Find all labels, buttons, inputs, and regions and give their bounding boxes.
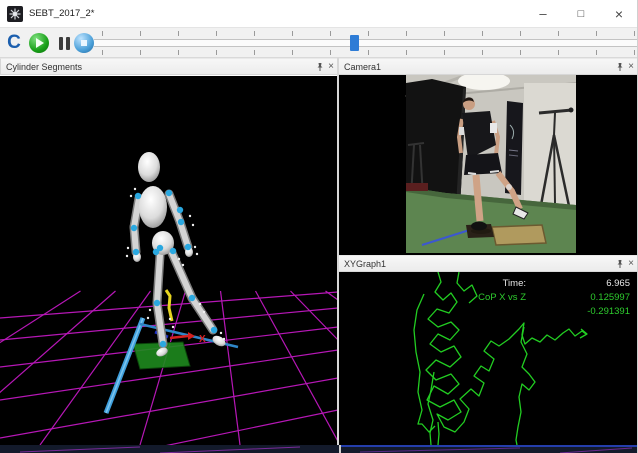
close-button[interactable]: × — [600, 0, 638, 28]
stop-icon — [74, 33, 94, 53]
play-icon — [29, 33, 49, 53]
ruler-tick — [482, 31, 483, 36]
person-left-shoe — [471, 222, 487, 231]
pin-icon[interactable] — [616, 62, 624, 72]
ruler-tick — [102, 31, 103, 36]
ruler-tick — [330, 31, 331, 36]
video-red-equipment — [406, 183, 428, 191]
ruler-tick — [368, 50, 369, 55]
ruler-tick — [330, 50, 331, 55]
axis-x-arrowhead — [188, 332, 195, 340]
ruler-tick — [520, 31, 521, 36]
rewind-icon: C — [7, 32, 21, 54]
window-title: SEBT_2017_2* — [29, 8, 95, 19]
panel-splitter[interactable] — [337, 58, 339, 445]
panel-title: Camera1 — [344, 62, 381, 72]
cop-x-value: 0.125997 — [590, 292, 630, 303]
ruler-tick — [178, 31, 179, 36]
ruler-tick — [558, 31, 559, 36]
ruler-tick — [634, 31, 635, 36]
rewind-button[interactable]: C — [2, 31, 26, 55]
panel-close-icon[interactable]: × — [328, 60, 334, 74]
ruler-tick — [216, 31, 217, 36]
cop-descender-left-b — [438, 422, 439, 445]
person-left-leg — [476, 175, 480, 221]
ruler-tick — [140, 31, 141, 36]
person-armband-left — [459, 127, 464, 135]
ruler-tick — [444, 31, 445, 36]
ruler-tick — [558, 50, 559, 55]
panel-title: XYGraph1 — [344, 259, 386, 269]
app-icon — [7, 6, 23, 22]
play-button[interactable] — [27, 31, 51, 55]
ruler-tick — [444, 50, 445, 55]
ruler-tick — [254, 50, 255, 55]
ruler-tick — [482, 50, 483, 55]
person-knee-tape — [506, 184, 512, 190]
foot-right — [211, 334, 228, 349]
xy-graph-view[interactable]: Time: 6.965 CoP X vs Z 0.125997 -0.29139… — [338, 272, 638, 445]
video-right-wall — [524, 83, 576, 207]
pin-icon[interactable] — [316, 62, 324, 72]
panel-close-icon[interactable]: × — [628, 60, 634, 74]
series-label: CoP X vs Z — [478, 292, 526, 303]
ruler-tick — [292, 31, 293, 36]
timeline-track[interactable] — [94, 39, 638, 47]
graph-overlay-text: Time: 6.965 CoP X vs Z 0.125997 -0.29139… — [478, 278, 630, 317]
ruler-tick — [368, 31, 369, 36]
cop-top-entry — [457, 272, 477, 303]
torso — [139, 186, 167, 228]
pin-icon[interactable] — [616, 259, 624, 269]
pause-icon — [59, 37, 63, 50]
ruler-tick — [292, 50, 293, 55]
ruler-tick — [596, 31, 597, 36]
panel-header-cylinder-segments: Cylinder Segments × — [0, 58, 338, 75]
3d-viewport[interactable]: X — [0, 76, 338, 445]
title-bar: SEBT_2017_2* – □ × — [0, 0, 638, 28]
panel-header-xygraph1: XYGraph1 × — [338, 255, 638, 272]
cursor-arrow — [580, 329, 587, 338]
panel-header-camera1: Camera1 × — [338, 58, 638, 75]
axis-x-label: X — [199, 334, 206, 345]
clipped-bottom-panel — [0, 445, 638, 453]
playback-toolbar: C — [0, 28, 638, 58]
ruler-tick — [406, 31, 407, 36]
force-plate-video — [492, 225, 546, 245]
camera-video-view — [338, 75, 638, 255]
panel-title: Cylinder Segments — [6, 62, 82, 72]
time-value: 6.965 — [606, 278, 630, 289]
app-logo-star-icon — [7, 6, 23, 22]
panel-close-icon[interactable]: × — [628, 257, 634, 271]
maximize-button[interactable]: □ — [562, 0, 600, 28]
cop-descender-left-a — [428, 372, 434, 445]
ruler-tick — [140, 50, 141, 55]
timeline-slider-handle[interactable] — [350, 35, 359, 51]
time-label: Time: — [503, 278, 526, 289]
cop-z-value: -0.291391 — [587, 306, 630, 317]
ruler-tick — [596, 50, 597, 55]
minimize-button[interactable]: – — [524, 0, 562, 28]
timeline-ruler[interactable] — [94, 28, 638, 58]
app-window: SEBT_2017_2* – □ × C Cylinder Segments — [0, 0, 638, 453]
cop-descender-right — [516, 327, 535, 445]
ruler-tick — [178, 50, 179, 55]
person-armband-right — [490, 123, 497, 133]
ruler-tick — [520, 50, 521, 55]
ruler-tick — [634, 50, 635, 55]
ruler-tick — [254, 31, 255, 36]
ruler-tick — [216, 50, 217, 55]
video-frame — [406, 75, 576, 253]
stop-button[interactable] — [72, 31, 96, 55]
ruler-tick — [406, 50, 407, 55]
head — [138, 152, 160, 182]
ruler-tick — [102, 50, 103, 55]
